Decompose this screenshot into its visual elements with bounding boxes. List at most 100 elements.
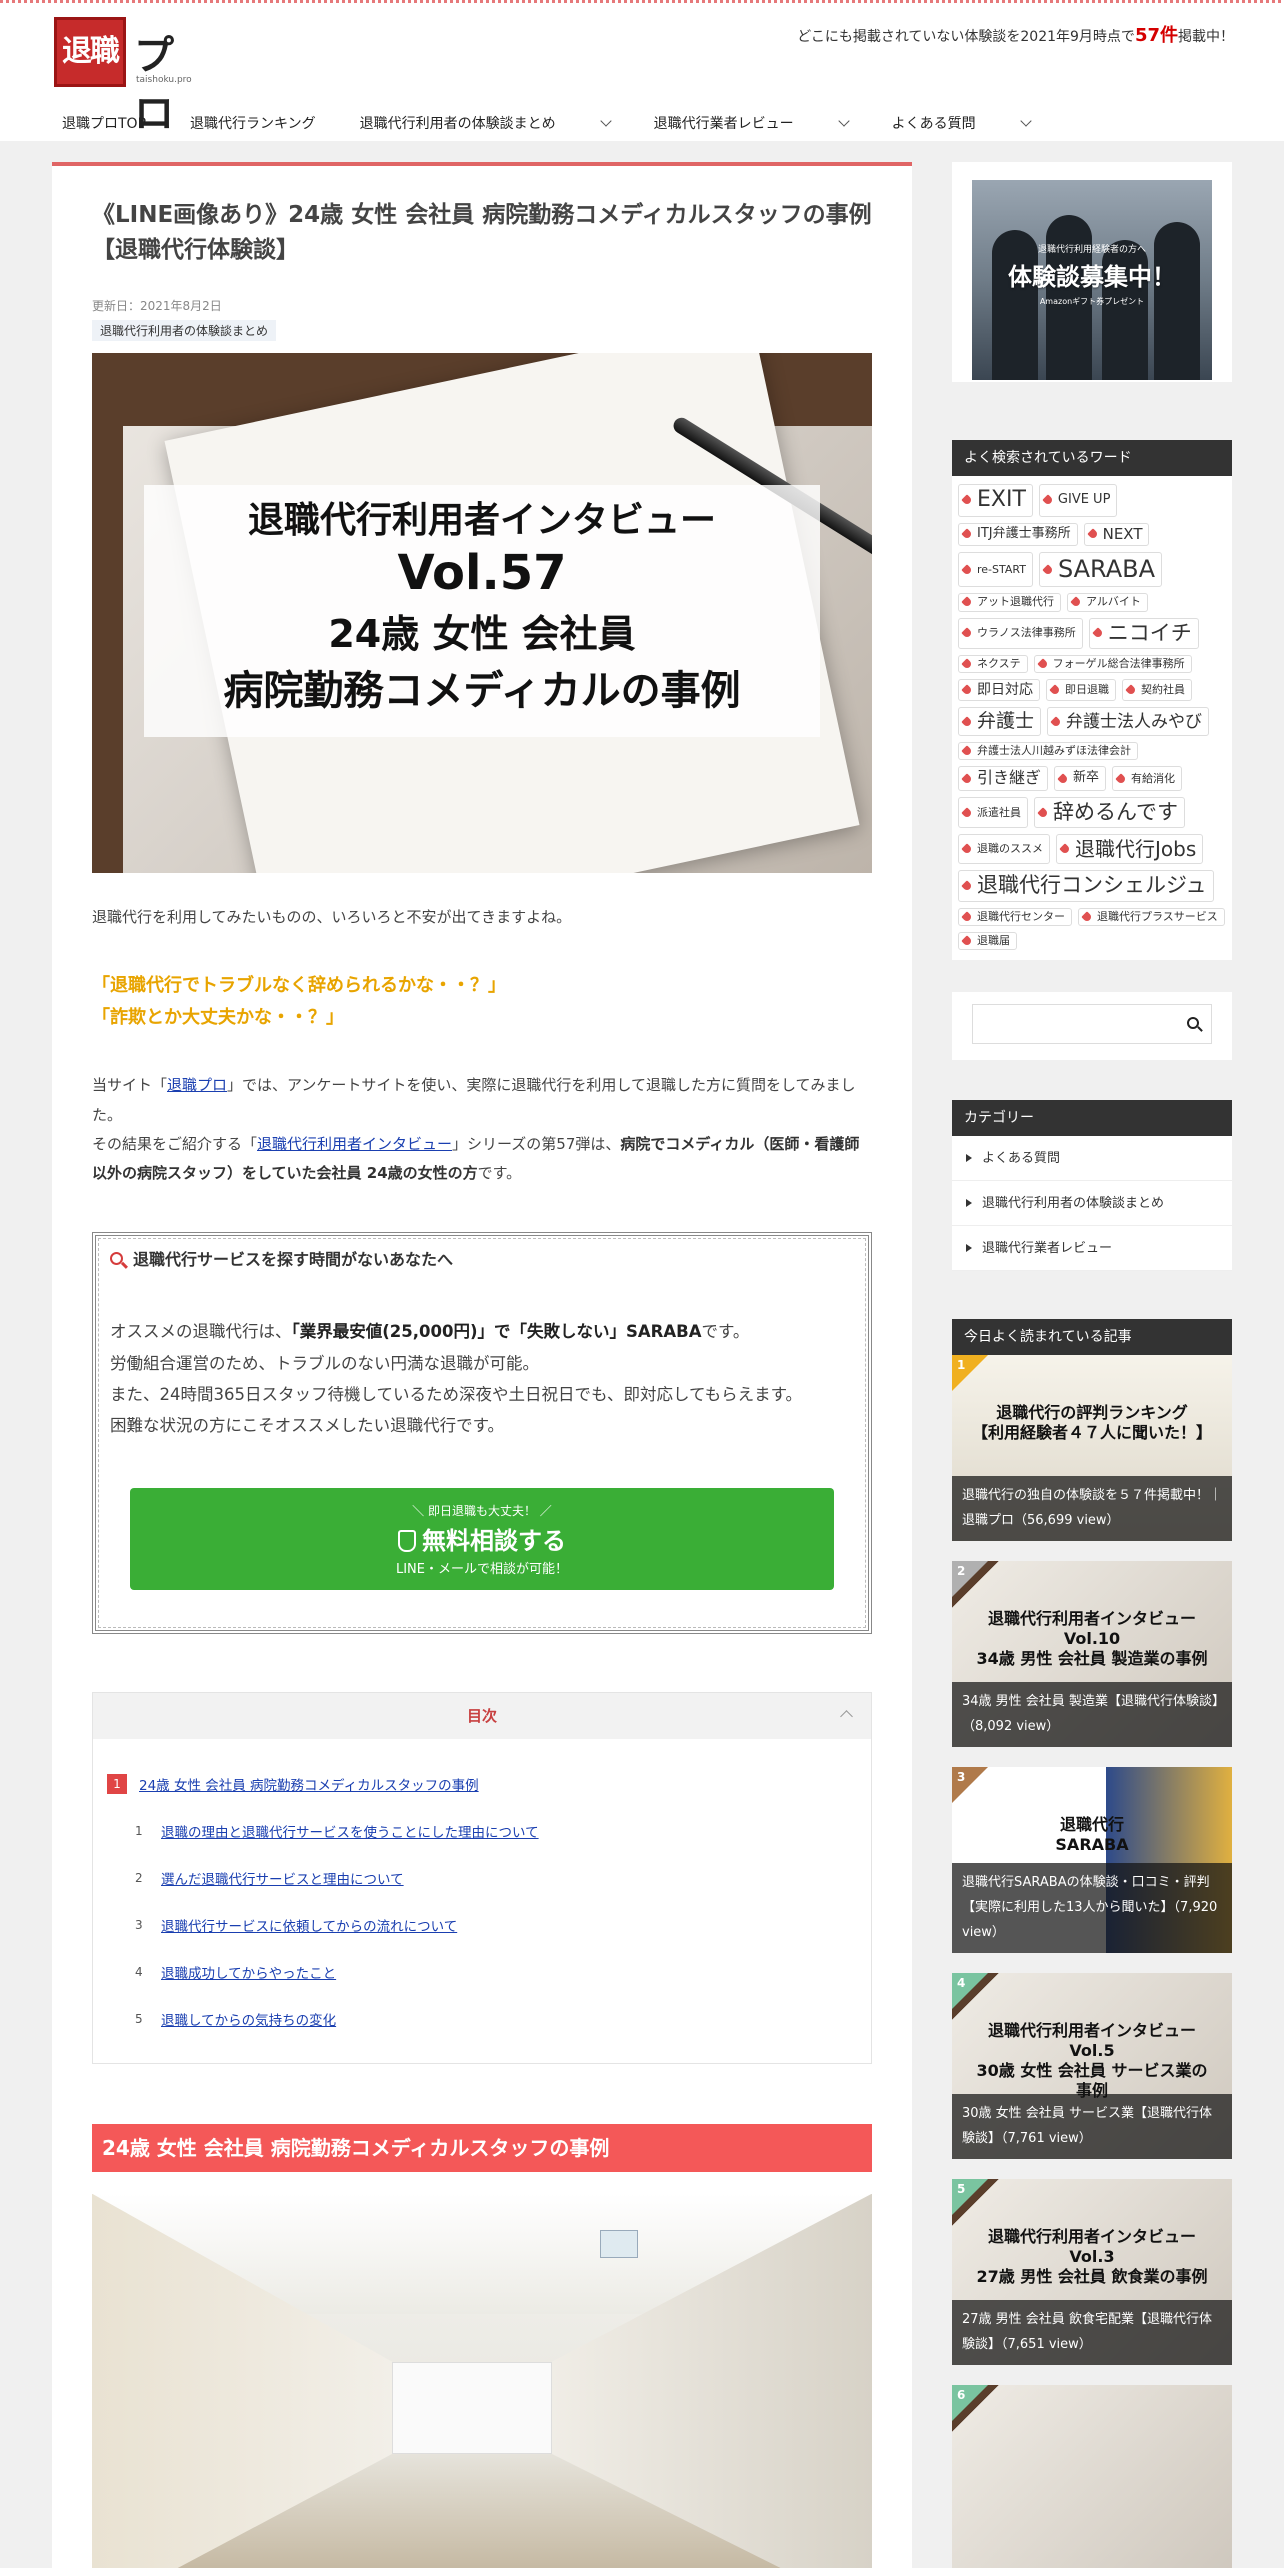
text-span: その結果をご紹介する「 [92,1134,258,1153]
tag-link[interactable]: 有給消化 [1112,766,1183,792]
tag-link[interactable]: ITJ弁護士事務所 [958,522,1078,547]
ad-line3: Amazonギフト券プレゼント [1039,297,1145,306]
rank-number: 1 [957,1358,966,1373]
tag-link[interactable]: 弁護士法人川越みずほ法律会計 [958,742,1138,761]
rank-number: 4 [957,1976,966,1991]
toc-link[interactable]: 退職代行サービスに依頼してからの流れについて [161,1915,457,1935]
hero-text: 退職代行利用者インタビュー Vol.57 24歳 女性 会社員 病院勤務コメディ… [144,485,820,716]
tag-link[interactable]: 退職届 [958,932,1017,951]
nav-item-top[interactable]: 退職プロTOP [40,103,168,143]
tag-link[interactable]: 退職代行プラスサービス [1078,907,1225,927]
free-consult-button[interactable]: ＼ 即日退職も大丈夫！ ／ 無料相談する LINE・メールで相談が可能！ [130,1487,834,1590]
toc-link[interactable]: 選んだ退職代行サービスと理由について [161,1868,404,1888]
tag-link[interactable]: GIVE UP [1038,484,1118,517]
ad-line2: 体験談募集中！ [1008,263,1176,291]
tag-link[interactable]: SARABA [1038,552,1163,588]
popular-post[interactable]: 6 [952,2385,1232,2568]
tag-link[interactable]: 即日退職 [1046,679,1116,702]
tag-label: re-START [977,562,1026,576]
tag-link[interactable]: 弁護士法人みやび [1047,707,1210,737]
toc-title: 目次 [466,1706,497,1725]
tag-link[interactable]: 弁護士 [958,707,1042,737]
nav-item-faq[interactable]: よくある質問 [870,103,1052,143]
tag-link[interactable]: フォーゲル総合法律事務所 [1033,654,1192,674]
text-span: オススメの退職代行は、 [110,1322,292,1342]
category-item[interactable]: 退職代行利用者の体験談まとめ [952,1181,1232,1227]
bold-text: 「業界最安値(25,000円)」で「失敗しない」SARABA [291,1322,702,1342]
thumbnail-text: 退職代行 SARABA [1055,1815,1129,1855]
tag-icon [961,773,973,785]
header-tagline: どこにも掲載されていない体験談を2021年9月時点で57件掲載中！ [797,21,1234,47]
popular-post[interactable]: 退職代行利用者インタビュー Vol.3 27歳 男性 会社員 飲食業の事例 5 27… [952,2179,1232,2366]
tag-link[interactable]: 退職のススメ [958,834,1050,865]
category-label: よくある質問 [982,1150,1061,1166]
ad-line1: 退職代行利用経験者の方へ [1037,245,1146,255]
tag-link[interactable]: 退職代行センター [958,907,1072,927]
promo-line: 困難な状況の方にこそオススメしたい退職代行です。 [110,1416,505,1436]
caret-right-icon [966,1154,972,1163]
category-badge[interactable]: 退職代行利用者の体験談まとめ [92,320,277,341]
tag-link[interactable]: 新卒 [1054,766,1107,792]
tag-link[interactable]: 即日対応 [958,679,1040,702]
site-link[interactable]: 退職プロ [167,1076,227,1094]
search-input[interactable] [972,1004,1212,1045]
tag-icon [961,494,973,506]
tag-link[interactable]: ウラノス法律事務所 [958,617,1083,649]
sidebar: 退職代行利用経験者の方へ 体験談募集中！ Amazonギフト券プレゼント よく検… [952,162,1232,2568]
tag-link[interactable]: アルバイト [1067,593,1148,612]
tag-link[interactable]: 引き継ぎ [958,766,1049,792]
tag-icon [961,807,973,819]
popular-post[interactable]: 退職代行 SARABA 3 退職代行SARABAの体験談・口コミ・評判【実際に利用し… [952,1767,1232,1954]
tag-link[interactable]: re-START [958,552,1033,588]
experience-ad-banner[interactable]: 退職代行利用経験者の方へ 体験談募集中！ Amazonギフト券プレゼント [952,162,1232,382]
tag-link[interactable]: EXIT [958,484,1033,517]
toc-link[interactable]: 24歳 女性 会社員 病院勤務コメディカルスタッフの事例 [139,1774,479,1794]
tag-icon [961,880,973,892]
tag-link[interactable]: 契約社員 [1122,679,1192,702]
toc-header[interactable]: 目次 [93,1692,871,1739]
caret-right-icon [966,1244,972,1253]
ad-text: 退職代行利用経験者の方へ 体験談募集中！ Amazonギフト券プレゼント [972,242,1212,307]
category-widget-title: カテゴリー [952,1100,1232,1137]
nav-item-ranking[interactable]: 退職代行ランキング [168,103,338,143]
toc-link[interactable]: 退職の理由と退職代行サービスを使うことにした理由について [161,1821,539,1841]
toc-item: 3 退職代行サービスに依頼してからの流れについて [107,1902,857,1949]
tag-label: 派遣社員 [977,805,1021,819]
popular-post[interactable]: 退職代行の評判ランキング 【利用経験者４７人に聞いた！】 1 退職代行の独自の体験談… [952,1355,1232,1542]
tagline-count: 57件 [1134,25,1178,46]
nav-item-experiences[interactable]: 退職代行利用者の体験談まとめ [338,103,632,143]
category-item[interactable]: よくある質問 [952,1136,1232,1182]
global-nav: 退職プロTOP 退職代行ランキング 退職代行利用者の体験談まとめ 退職代行業者レ… [40,103,1052,143]
tag-label: 退職代行Jobs [1075,837,1197,862]
tag-link[interactable]: 退職代行Jobs [1056,834,1204,865]
tagline-suffix: 掲載中！ [1178,29,1234,45]
popular-post[interactable]: 退職代行利用者インタビュー Vol.10 34歳 男性 会社員 製造業の事例 2 3… [952,1561,1232,1748]
toc-item-number: 2 [135,1871,143,1886]
chevron-up-icon[interactable] [840,1709,853,1723]
site-logo[interactable]: 退職 プロ taishoku.pro [54,17,204,137]
toc-link[interactable]: 退職してからの気持ちの変化 [161,2009,336,2029]
toc-item-number: 1 [107,1774,127,1795]
tag-link[interactable]: ニコイチ [1088,617,1199,649]
hero-line4: 病院勤務コメディカルの事例 [223,668,741,714]
toc-link[interactable]: 退職成功してからやったこと [161,1962,336,1982]
rank-number: 6 [957,2388,966,2403]
series-link[interactable]: 退職代行利用者インタビュー [257,1135,452,1153]
tag-link[interactable]: ネクステ [958,654,1028,674]
text-span: です。 [477,1164,522,1182]
tag-link[interactable]: アット退職代行 [958,593,1061,612]
tag-link[interactable]: NEXT [1083,522,1150,547]
category-widget: カテゴリー よくある質問退職代行利用者の体験談まとめ 退職代行業者レビュー [952,1100,1232,1272]
popular-post[interactable]: 退職代行利用者インタビュー Vol.5 30歳 女性 会社員 サービス業の事例 4… [952,1973,1232,2160]
cta-main-label: 無料相談する [422,1526,566,1555]
tag-link[interactable]: 派遣社員 [958,797,1028,829]
rank-number: 2 [957,1564,966,1579]
nav-item-reviews[interactable]: 退職代行業者レビュー [632,103,870,143]
intro-text: 退職代行を利用してみたいものの、いろいろと不安が出てきますよね。 [92,908,572,926]
category-item[interactable]: 退職代行業者レビュー [952,1226,1232,1272]
tag-label: 即日退職 [1065,683,1109,697]
search-icon[interactable] [1187,1017,1199,1030]
tag-label: 新卒 [1073,770,1100,786]
tag-link[interactable]: 辞めるんです [1034,797,1185,829]
tag-link[interactable]: 退職代行コンシェルジュ [958,870,1214,902]
